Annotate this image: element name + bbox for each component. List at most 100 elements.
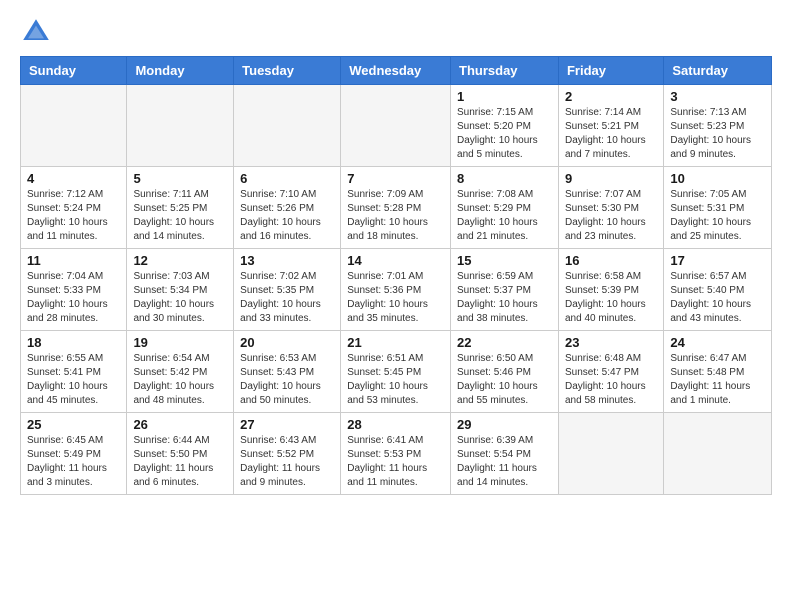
logo	[20, 16, 56, 48]
day-number: 25	[27, 417, 120, 432]
day-cell: 26 Sunrise: 6:44 AM Sunset: 5:50 PM Dayli…	[127, 413, 234, 495]
day-cell: 16Sunrise: 6:58 AM Sunset: 5:39 PM Dayli…	[558, 249, 663, 331]
day-number: 7	[347, 171, 444, 186]
week-row-4: 18 Sunrise: 6:55 AM Sunset: 5:41 PM Dayli…	[21, 331, 772, 413]
day-number: 15	[457, 253, 552, 268]
day-info: Sunrise: 6:50 AM Sunset: 5:46 PM Dayligh…	[457, 352, 552, 408]
day-info: Sunrise: 6:41 AM Sunset: 5:53 PM Dayligh…	[347, 434, 444, 490]
day-cell	[341, 85, 451, 167]
day-number: 22	[457, 335, 552, 350]
day-cell	[558, 413, 663, 495]
day-info: Sunrise: 7:02 AM Sunset: 5:35 PM Dayligh…	[240, 270, 334, 326]
day-cell: 28 Sunrise: 6:41 AM Sunset: 5:53 PM Dayli…	[341, 413, 451, 495]
day-info: Sunrise: 7:12 AM Sunset: 5:24 PM Dayligh…	[27, 188, 120, 244]
day-info: Sunrise: 7:15 AM Sunset: 5:20 PM Dayligh…	[457, 106, 552, 162]
day-info: Sunrise: 6:54 AM Sunset: 5:42 PM Dayligh…	[133, 352, 227, 408]
day-cell: 21 Sunrise: 6:51 AM Sunset: 5:45 PM Dayli…	[341, 331, 451, 413]
day-number: 1	[457, 89, 552, 104]
day-number: 4	[27, 171, 120, 186]
day-cell: 17 Sunrise: 6:57 AM Sunset: 5:40 PM Dayli…	[664, 249, 772, 331]
day-cell: 1 Sunrise: 7:15 AM Sunset: 5:20 PM Daylig…	[451, 85, 559, 167]
day-cell	[127, 85, 234, 167]
day-info: Sunrise: 6:57 AM Sunset: 5:40 PM Dayligh…	[670, 270, 765, 326]
day-cell: 14 Sunrise: 7:01 AM Sunset: 5:36 PM Dayli…	[341, 249, 451, 331]
day-info: Sunrise: 6:51 AM Sunset: 5:45 PM Dayligh…	[347, 352, 444, 408]
day-info: Sunrise: 7:10 AM Sunset: 5:26 PM Dayligh…	[240, 188, 334, 244]
day-cell: 7 Sunrise: 7:09 AM Sunset: 5:28 PM Daylig…	[341, 167, 451, 249]
day-number: 26	[133, 417, 227, 432]
day-info: Sunrise: 7:14 AM Sunset: 5:21 PM Dayligh…	[565, 106, 657, 162]
day-cell: 13 Sunrise: 7:02 AM Sunset: 5:35 PM Dayli…	[234, 249, 341, 331]
day-number: 24	[670, 335, 765, 350]
col-header-saturday: Saturday	[664, 57, 772, 85]
day-cell: 20 Sunrise: 6:53 AM Sunset: 5:43 PM Dayli…	[234, 331, 341, 413]
day-info: Sunrise: 6:43 AM Sunset: 5:52 PM Dayligh…	[240, 434, 334, 490]
day-cell: 27 Sunrise: 6:43 AM Sunset: 5:52 PM Dayli…	[234, 413, 341, 495]
calendar: SundayMondayTuesdayWednesdayThursdayFrid…	[20, 56, 772, 495]
day-info: Sunrise: 6:59 AM Sunset: 5:37 PM Dayligh…	[457, 270, 552, 326]
day-cell: 12Sunrise: 7:03 AM Sunset: 5:34 PM Dayli…	[127, 249, 234, 331]
day-info: Sunrise: 6:55 AM Sunset: 5:41 PM Dayligh…	[27, 352, 120, 408]
col-header-sunday: Sunday	[21, 57, 127, 85]
day-cell: 18 Sunrise: 6:55 AM Sunset: 5:41 PM Dayli…	[21, 331, 127, 413]
day-info: Sunrise: 6:44 AM Sunset: 5:50 PM Dayligh…	[133, 434, 227, 490]
day-number: 20	[240, 335, 334, 350]
day-cell: 6 Sunrise: 7:10 AM Sunset: 5:26 PM Daylig…	[234, 167, 341, 249]
col-header-thursday: Thursday	[451, 57, 559, 85]
day-info: Sunrise: 6:45 AM Sunset: 5:49 PM Dayligh…	[27, 434, 120, 490]
day-cell: 8 Sunrise: 7:08 AM Sunset: 5:29 PM Daylig…	[451, 167, 559, 249]
day-info: Sunrise: 7:04 AM Sunset: 5:33 PM Dayligh…	[27, 270, 120, 326]
day-number: 12	[133, 253, 227, 268]
logo-icon	[20, 16, 52, 48]
col-header-wednesday: Wednesday	[341, 57, 451, 85]
day-info: Sunrise: 7:07 AM Sunset: 5:30 PM Dayligh…	[565, 188, 657, 244]
day-number: 2	[565, 89, 657, 104]
day-info: Sunrise: 6:53 AM Sunset: 5:43 PM Dayligh…	[240, 352, 334, 408]
week-row-1: 1 Sunrise: 7:15 AM Sunset: 5:20 PM Daylig…	[21, 85, 772, 167]
day-number: 3	[670, 89, 765, 104]
day-cell: 10 Sunrise: 7:05 AM Sunset: 5:31 PM Dayli…	[664, 167, 772, 249]
day-info: Sunrise: 7:13 AM Sunset: 5:23 PM Dayligh…	[670, 106, 765, 162]
day-number: 11	[27, 253, 120, 268]
day-cell	[664, 413, 772, 495]
day-number: 6	[240, 171, 334, 186]
day-info: Sunrise: 7:05 AM Sunset: 5:31 PM Dayligh…	[670, 188, 765, 244]
day-cell: 22 Sunrise: 6:50 AM Sunset: 5:46 PM Dayli…	[451, 331, 559, 413]
header-row: SundayMondayTuesdayWednesdayThursdayFrid…	[21, 57, 772, 85]
day-number: 14	[347, 253, 444, 268]
day-cell	[234, 85, 341, 167]
day-number: 28	[347, 417, 444, 432]
day-number: 18	[27, 335, 120, 350]
col-header-friday: Friday	[558, 57, 663, 85]
day-number: 13	[240, 253, 334, 268]
day-number: 17	[670, 253, 765, 268]
day-number: 19	[133, 335, 227, 350]
day-cell: 11 Sunrise: 7:04 AM Sunset: 5:33 PM Dayli…	[21, 249, 127, 331]
day-cell: 4 Sunrise: 7:12 AM Sunset: 5:24 PM Daylig…	[21, 167, 127, 249]
day-number: 8	[457, 171, 552, 186]
day-cell: 2 Sunrise: 7:14 AM Sunset: 5:21 PM Daylig…	[558, 85, 663, 167]
day-cell: 3 Sunrise: 7:13 AM Sunset: 5:23 PM Daylig…	[664, 85, 772, 167]
day-cell: 9 Sunrise: 7:07 AM Sunset: 5:30 PM Daylig…	[558, 167, 663, 249]
day-cell: 19 Sunrise: 6:54 AM Sunset: 5:42 PM Dayli…	[127, 331, 234, 413]
day-number: 29	[457, 417, 552, 432]
col-header-tuesday: Tuesday	[234, 57, 341, 85]
day-cell: 23Sunrise: 6:48 AM Sunset: 5:47 PM Dayli…	[558, 331, 663, 413]
day-info: Sunrise: 7:09 AM Sunset: 5:28 PM Dayligh…	[347, 188, 444, 244]
day-number: 21	[347, 335, 444, 350]
day-number: 27	[240, 417, 334, 432]
day-number: 10	[670, 171, 765, 186]
day-info: Sunrise: 6:39 AM Sunset: 5:54 PM Dayligh…	[457, 434, 552, 490]
day-cell: 15 Sunrise: 6:59 AM Sunset: 5:37 PM Dayli…	[451, 249, 559, 331]
day-info: Sunrise: 6:48 AM Sunset: 5:47 PM Dayligh…	[565, 352, 657, 408]
day-number: 5	[133, 171, 227, 186]
week-row-5: 25 Sunrise: 6:45 AM Sunset: 5:49 PM Dayli…	[21, 413, 772, 495]
day-cell: 25 Sunrise: 6:45 AM Sunset: 5:49 PM Dayli…	[21, 413, 127, 495]
day-cell: 24Sunrise: 6:47 AM Sunset: 5:48 PM Dayli…	[664, 331, 772, 413]
day-cell: 5Sunrise: 7:11 AM Sunset: 5:25 PM Daylig…	[127, 167, 234, 249]
day-number: 9	[565, 171, 657, 186]
day-info: Sunrise: 7:01 AM Sunset: 5:36 PM Dayligh…	[347, 270, 444, 326]
week-row-2: 4 Sunrise: 7:12 AM Sunset: 5:24 PM Daylig…	[21, 167, 772, 249]
day-info: Sunrise: 7:08 AM Sunset: 5:29 PM Dayligh…	[457, 188, 552, 244]
day-number: 16	[565, 253, 657, 268]
